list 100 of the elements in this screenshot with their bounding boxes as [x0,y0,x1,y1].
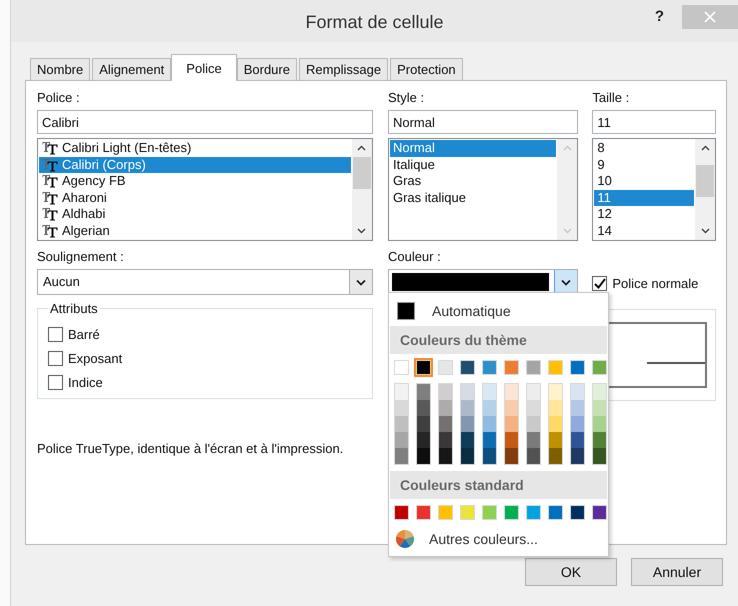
color-swatch[interactable] [439,416,452,432]
color-swatch[interactable] [394,505,409,520]
color-swatch[interactable] [571,416,584,432]
tab[interactable]: Protection [390,58,463,80]
color-swatch[interactable] [439,432,452,448]
font-item[interactable]: Agency FB [39,173,351,190]
scrollbar[interactable] [695,139,716,240]
help-button[interactable]: ? [650,6,668,26]
color-swatch[interactable] [549,432,562,448]
color-swatch[interactable] [439,400,452,416]
size-item[interactable]: 12 [594,206,694,222]
color-swatch[interactable] [482,505,497,520]
size-item[interactable]: 10 [594,173,694,190]
color-swatch[interactable] [483,384,496,400]
scrollbar[interactable] [352,139,372,240]
font-item[interactable]: Algerian [39,222,351,239]
color-swatch[interactable] [527,384,540,400]
color-swatch[interactable] [505,432,518,448]
color-swatch[interactable] [593,448,606,464]
size-item[interactable]: 11 [594,190,694,206]
color-swatch[interactable] [504,360,519,375]
color-swatch[interactable] [505,384,518,400]
color-swatch[interactable] [417,432,430,448]
color-swatch[interactable] [461,432,474,448]
style-item[interactable]: Gras italique [390,190,556,206]
color-swatch[interactable] [526,505,541,520]
color-swatch[interactable] [527,448,540,464]
underline-dropdown[interactable]: Aucun [37,269,373,295]
font-item[interactable]: Aldhabi [39,206,351,222]
color-swatch[interactable] [505,448,518,464]
color-swatch[interactable] [592,505,607,520]
close-button[interactable] [682,5,738,29]
color-swatch[interactable] [416,505,431,520]
color-swatch[interactable] [504,505,519,520]
color-swatch[interactable] [592,360,607,375]
color-swatch[interactable] [593,432,606,448]
tab[interactable]: Nombre [30,58,90,80]
color-swatch[interactable] [417,416,430,432]
color-swatch[interactable] [548,505,563,520]
color-swatch[interactable] [593,384,606,400]
color-swatch[interactable] [571,432,584,448]
cancel-button[interactable]: Annuler [631,558,723,586]
color-swatch[interactable] [505,416,518,432]
color-swatch[interactable] [394,360,409,375]
size-item[interactable]: 8 [594,140,694,156]
style-item[interactable]: Normal [390,140,556,156]
tab[interactable]: Bordure [236,58,297,80]
color-swatch[interactable] [438,505,453,520]
color-swatch[interactable] [461,416,474,432]
color-swatch[interactable] [571,448,584,464]
color-swatch[interactable] [460,360,475,375]
color-swatch[interactable] [527,400,540,416]
color-swatch[interactable] [461,384,474,400]
normal-font-checkbox[interactable]: Police normale [592,271,716,295]
color-swatch[interactable] [395,432,408,448]
more-colors-option[interactable]: Autres couleurs... [390,526,607,552]
font-item[interactable]: Calibri (Corps) [39,156,351,173]
color-swatch[interactable] [482,360,497,375]
color-swatch[interactable] [549,384,562,400]
color-swatch[interactable] [505,400,518,416]
style-field[interactable]: Normal [388,110,578,134]
color-swatch[interactable] [483,400,496,416]
color-swatch[interactable] [527,416,540,432]
attribute-checkbox[interactable]: Exposant [48,346,362,370]
color-swatch[interactable] [527,432,540,448]
automatic-option[interactable]: Automatique [390,295,607,326]
color-swatch[interactable] [395,400,408,416]
font-item[interactable]: Calibri Light (En-têtes) [39,140,351,156]
color-swatch[interactable] [395,448,408,464]
size-item[interactable]: 9 [594,156,694,173]
color-swatch[interactable] [593,416,606,432]
color-swatch[interactable] [417,400,430,416]
color-swatch[interactable] [395,416,408,432]
color-swatch[interactable] [570,505,585,520]
color-swatch[interactable] [549,416,562,432]
size-field[interactable]: 11 [592,110,716,134]
color-swatch[interactable] [461,448,474,464]
color-swatch[interactable] [439,384,452,400]
color-swatch[interactable] [416,360,431,375]
color-swatch[interactable] [549,400,562,416]
color-swatch[interactable] [438,360,453,375]
tab[interactable]: Remplissage [298,58,388,80]
color-swatch[interactable] [439,448,452,464]
tab[interactable]: Alignement [92,58,172,80]
color-swatch[interactable] [571,400,584,416]
color-swatch[interactable] [548,360,563,375]
style-item[interactable]: Italique [390,156,556,173]
color-swatch[interactable] [417,384,430,400]
color-swatch[interactable] [460,505,475,520]
ok-button[interactable]: OK [525,558,617,586]
font-field[interactable]: Calibri [37,110,373,134]
color-swatch[interactable] [417,448,430,464]
attribute-checkbox[interactable]: Barré [48,322,362,346]
color-swatch[interactable] [549,448,562,464]
size-item[interactable]: 14 [594,222,694,239]
color-swatch[interactable] [461,400,474,416]
font-item[interactable]: Aharoni [39,190,351,206]
color-swatch[interactable] [593,400,606,416]
color-swatch[interactable] [395,384,408,400]
tab[interactable]: Police [171,54,237,81]
